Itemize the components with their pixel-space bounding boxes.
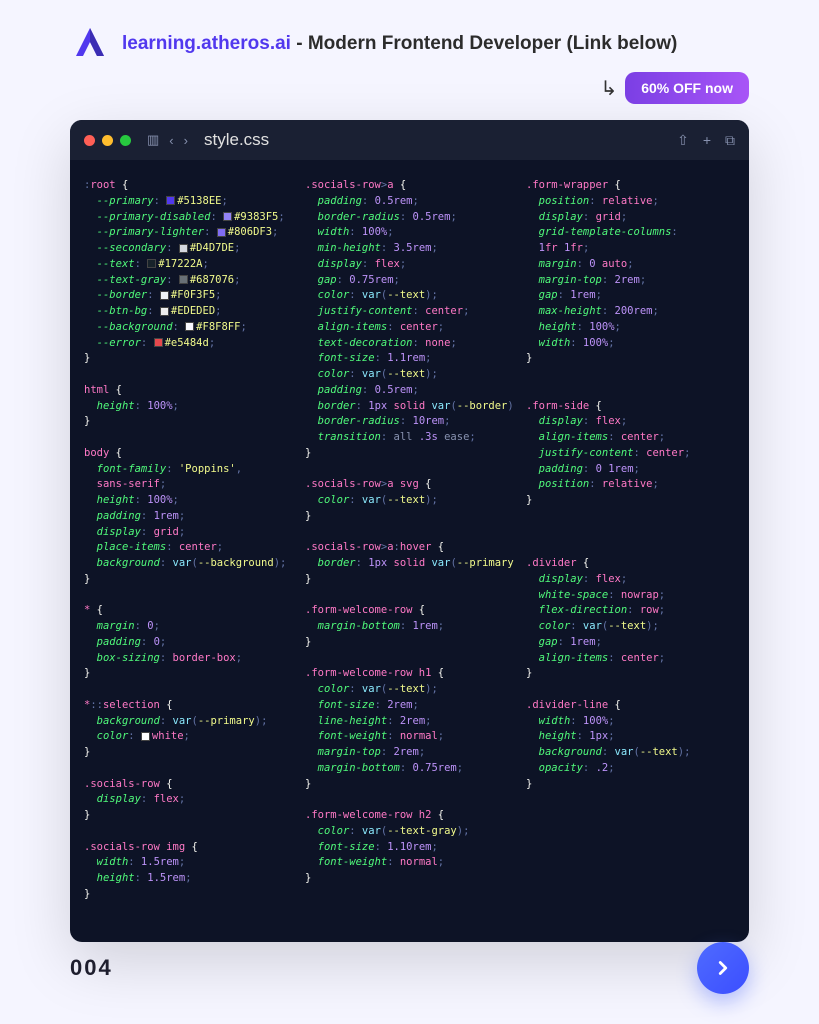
header-title: learning.atheros.ai - Modern Frontend De… [122, 33, 677, 55]
maximize-icon[interactable] [120, 135, 131, 146]
copy-icon[interactable]: ⧉ [725, 132, 735, 149]
minimize-icon[interactable] [102, 135, 113, 146]
plus-icon[interactable]: + [703, 132, 711, 149]
footer: 004 [70, 942, 749, 994]
next-button[interactable] [697, 942, 749, 994]
back-icon[interactable]: ‹ [169, 133, 173, 148]
share-icon[interactable]: ⇧ [677, 132, 689, 149]
chevron-right-icon [712, 957, 734, 979]
traffic-lights [84, 135, 131, 146]
code-column-1: :root { --primary: #5138EE; --primary-di… [84, 178, 293, 918]
header-subtitle: - Modern Frontend Developer (Link below) [291, 33, 677, 54]
page-number: 004 [70, 955, 113, 981]
curved-arrow-icon: ↳ [600, 76, 617, 101]
header-link[interactable]: learning.atheros.ai [122, 33, 291, 54]
code-column-2: .socials-row>a { padding: 0.5rem; border… [305, 178, 514, 918]
logo-icon [70, 24, 110, 64]
code-editor: ▥ ‹ › style.css ⇧ + ⧉ :root { --primary:… [70, 120, 749, 942]
sidebar-icon[interactable]: ▥ [147, 132, 159, 148]
filename: style.css [204, 130, 269, 150]
header: learning.atheros.ai - Modern Frontend De… [0, 0, 819, 72]
forward-icon[interactable]: › [184, 133, 188, 148]
close-icon[interactable] [84, 135, 95, 146]
promo-row: ↳ 60% OFF now [0, 72, 819, 120]
titlebar: ▥ ‹ › style.css ⇧ + ⧉ [70, 120, 749, 160]
code-column-3: .form-wrapper { position: relative; disp… [526, 178, 735, 918]
code-area: :root { --primary: #5138EE; --primary-di… [70, 160, 749, 942]
promo-badge[interactable]: 60% OFF now [625, 72, 749, 104]
